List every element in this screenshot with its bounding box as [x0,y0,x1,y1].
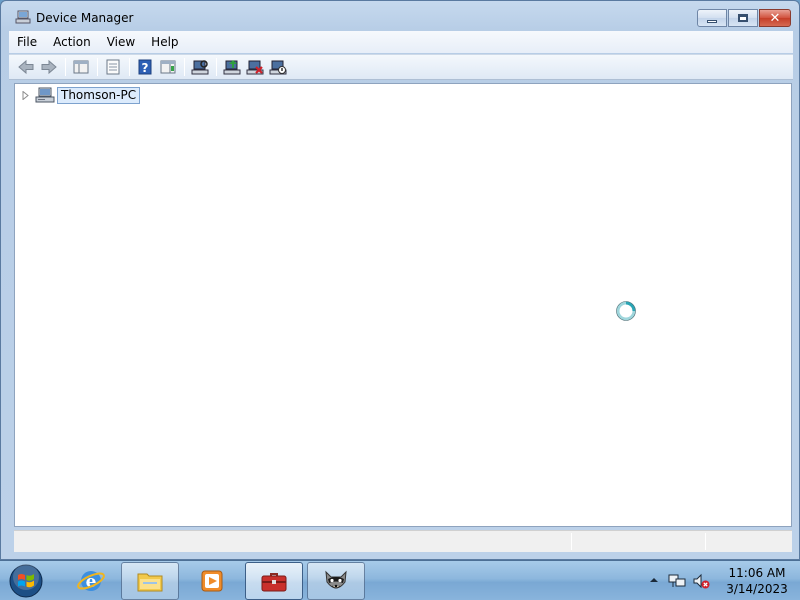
raccoon-app-icon [325,570,347,589]
uninstall-device-button[interactable] [244,56,266,78]
device-tree-pane[interactable]: Thomson-PC [14,83,792,527]
maximize-icon [738,14,748,22]
toolbar-separator [65,58,66,76]
device-manager-icon [15,10,31,24]
toolbar-separator [97,58,98,76]
show-hide-console-tree-icon [73,60,89,74]
taskbar: e 11:06 AM 3/14/2023 [0,560,800,600]
status-divider [571,533,572,550]
menu-action[interactable]: Action [45,31,99,53]
windows-explorer-icon [137,573,163,592]
taskbar-windows-explorer[interactable] [121,562,179,600]
maximize-button[interactable] [728,9,758,27]
disable-device-icon [269,60,287,75]
update-driver-icon [223,60,241,75]
tree-root-node[interactable]: Thomson-PC [21,86,141,104]
minimize-button[interactable] [697,9,727,27]
toolbox-icon [261,573,287,592]
show-hide-console-tree-button[interactable] [70,56,92,78]
close-icon: ✕ [769,10,781,26]
uninstall-device-icon [246,60,264,75]
busy-cursor-icon [616,301,636,321]
show-hide-action-pane-button[interactable] [157,56,179,78]
expand-collapse-toggle[interactable] [21,90,31,100]
window-title: Device Manager [36,11,134,25]
properties-button[interactable] [102,56,124,78]
taskbar-raccoon-app[interactable] [307,562,365,600]
toolbar: ? [9,54,793,80]
disable-device-button[interactable] [267,56,289,78]
expand-arrow-icon [22,90,29,100]
show-hide-action-pane-icon [160,60,176,74]
properties-icon [106,59,120,75]
windows-media-player-icon [201,570,223,592]
status-divider [705,533,706,550]
toolbar-separator [129,58,130,76]
taskbar-clock[interactable]: 11:06 AM 3/14/2023 [720,565,794,597]
menu-bar: File Action View Help [9,31,793,53]
menu-help[interactable]: Help [143,31,186,53]
forward-button[interactable] [38,56,60,78]
back-icon [18,59,34,75]
menu-file[interactable]: File [9,31,45,53]
network-icon[interactable] [668,572,686,590]
computer-icon [35,87,55,103]
close-button[interactable]: ✕ [759,9,791,27]
back-button[interactable] [15,56,37,78]
device-manager-window: Device Manager ✕ File Action View Help ? [0,0,800,560]
menu-view[interactable]: View [99,31,143,53]
clock-time: 11:06 AM [728,566,786,580]
internet-explorer-icon: e [77,571,105,592]
scan-hardware-icon [191,60,209,75]
help-button[interactable]: ? [134,56,156,78]
start-button[interactable] [8,563,44,599]
tree-root-label[interactable]: Thomson-PC [57,86,141,104]
svg-text:?: ? [142,61,149,75]
status-bar [14,530,792,552]
forward-icon [41,59,57,75]
show-hidden-icons-icon[interactable] [648,574,660,586]
clock-date: 3/14/2023 [726,582,788,596]
update-driver-button[interactable] [221,56,243,78]
toolbar-separator [216,58,217,76]
title-bar[interactable]: Device Manager ✕ [1,1,799,31]
help-icon: ? [138,59,152,75]
minimize-icon [707,19,717,23]
taskbar-toolbox-app[interactable] [245,562,303,600]
toolbar-separator [184,58,185,76]
system-tray: 11:06 AM 3/14/2023 [640,561,800,600]
taskbar-media-player[interactable] [183,562,241,600]
scan-hardware-button[interactable] [189,56,211,78]
taskbar-internet-explorer[interactable]: e [62,562,120,600]
volume-muted-icon[interactable] [692,572,710,590]
